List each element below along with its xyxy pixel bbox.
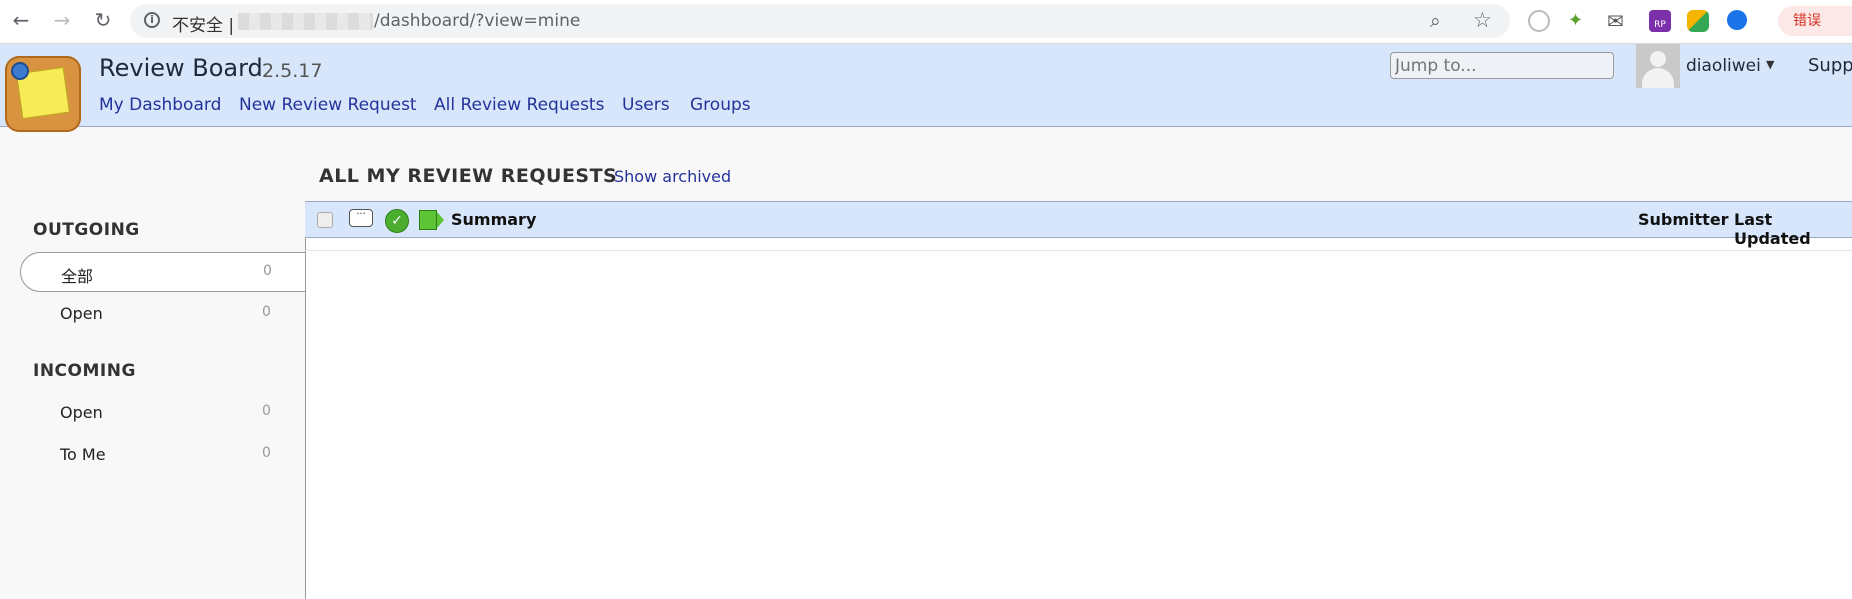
- avatar-head: [1650, 51, 1666, 67]
- outgoing-title: OUTGOING: [33, 220, 140, 240]
- sidebar-item-label: Open: [60, 403, 103, 422]
- nav-new-review-request[interactable]: New Review Request: [239, 95, 417, 115]
- column-summary[interactable]: Summary: [451, 210, 536, 229]
- insecure-label: 不安全 |: [172, 16, 235, 36]
- sidebar-item-count: 0: [262, 445, 271, 461]
- review-requests-panel: [305, 201, 1852, 599]
- nav-my-dashboard[interactable]: My Dashboard: [99, 95, 221, 115]
- pin-icon: [11, 62, 29, 80]
- back-icon[interactable]: ←: [10, 9, 32, 31]
- nav-users[interactable]: Users: [622, 95, 670, 115]
- sidebar-item-label: 全部: [61, 267, 94, 286]
- new-updates-icon[interactable]: [419, 210, 444, 230]
- sidebar-item-incoming-open[interactable]: Open 0: [20, 393, 306, 431]
- jump-to-input[interactable]: [1390, 52, 1614, 79]
- nav-groups[interactable]: Groups: [690, 95, 751, 115]
- sidebar-item-to-me[interactable]: To Me 0: [20, 435, 306, 473]
- app-header: Review Board 2.5.17 My Dashboard New Rev…: [0, 44, 1852, 132]
- error-badge[interactable]: 错误: [1778, 6, 1852, 36]
- sidebar-item-count: 0: [262, 304, 271, 320]
- browser-toolbar: ← → ↻ i 不安全 | /dashboard/?view=mine ⌕ ☆ …: [0, 0, 1852, 44]
- support-link[interactable]: Supp: [1808, 55, 1852, 76]
- sidebar-item-all[interactable]: 全部 0: [20, 252, 307, 292]
- chevron-down-icon[interactable]: ▼: [1766, 58, 1774, 71]
- zoom-icon[interactable]: ⌕: [1430, 10, 1441, 32]
- incoming-title: INCOMING: [33, 361, 136, 381]
- target-icon[interactable]: [1727, 10, 1747, 30]
- comment-bubble-icon[interactable]: ···: [349, 209, 373, 227]
- page-title: ALL MY REVIEW REQUESTS: [319, 165, 618, 187]
- bookmark-star-icon[interactable]: ☆: [1473, 8, 1492, 32]
- bolt-icon[interactable]: [1687, 10, 1709, 32]
- redacted-host: [238, 13, 373, 30]
- avatar-body: [1642, 68, 1674, 88]
- reader-icon[interactable]: [1528, 10, 1550, 32]
- sidebar-item-label: To Me: [60, 445, 106, 464]
- app-title[interactable]: Review Board: [99, 54, 263, 82]
- avatar[interactable]: [1636, 44, 1680, 88]
- bird-icon[interactable]: ✦: [1568, 10, 1590, 32]
- nav-all-review-requests[interactable]: All Review Requests: [434, 95, 604, 115]
- forward-icon[interactable]: →: [51, 9, 73, 31]
- datagrid-divider: [305, 250, 1852, 251]
- site-info-icon[interactable]: i: [144, 12, 160, 28]
- rp-icon[interactable]: RP: [1649, 10, 1671, 32]
- mail-icon[interactable]: ✉: [1607, 10, 1629, 32]
- username[interactable]: diaoliwei: [1686, 56, 1761, 76]
- ship-it-icon[interactable]: ✓: [385, 209, 409, 233]
- sidebar-item-count: 0: [262, 403, 271, 419]
- reload-icon[interactable]: ↻: [92, 9, 114, 31]
- sidebar-item-label: Open: [60, 304, 103, 323]
- sidebar-item-count: 0: [263, 263, 272, 279]
- review-board-logo[interactable]: [5, 56, 81, 132]
- select-all-checkbox[interactable]: [317, 212, 333, 228]
- address-bar[interactable]: i 不安全 | /dashboard/?view=mine ⌕ ☆: [130, 4, 1510, 38]
- url-path: /dashboard/?view=mine: [374, 11, 581, 31]
- column-last-updated[interactable]: Last Updated: [1734, 210, 1852, 248]
- sidebar-item-outgoing-open[interactable]: Open 0: [20, 294, 306, 332]
- app-version: 2.5.17: [262, 60, 323, 82]
- show-archived-link[interactable]: Show archived: [614, 167, 731, 186]
- column-submitter[interactable]: Submitter: [1638, 210, 1729, 229]
- datagrid-header: ··· ✓ Summary Submitter Last Updated: [305, 201, 1852, 248]
